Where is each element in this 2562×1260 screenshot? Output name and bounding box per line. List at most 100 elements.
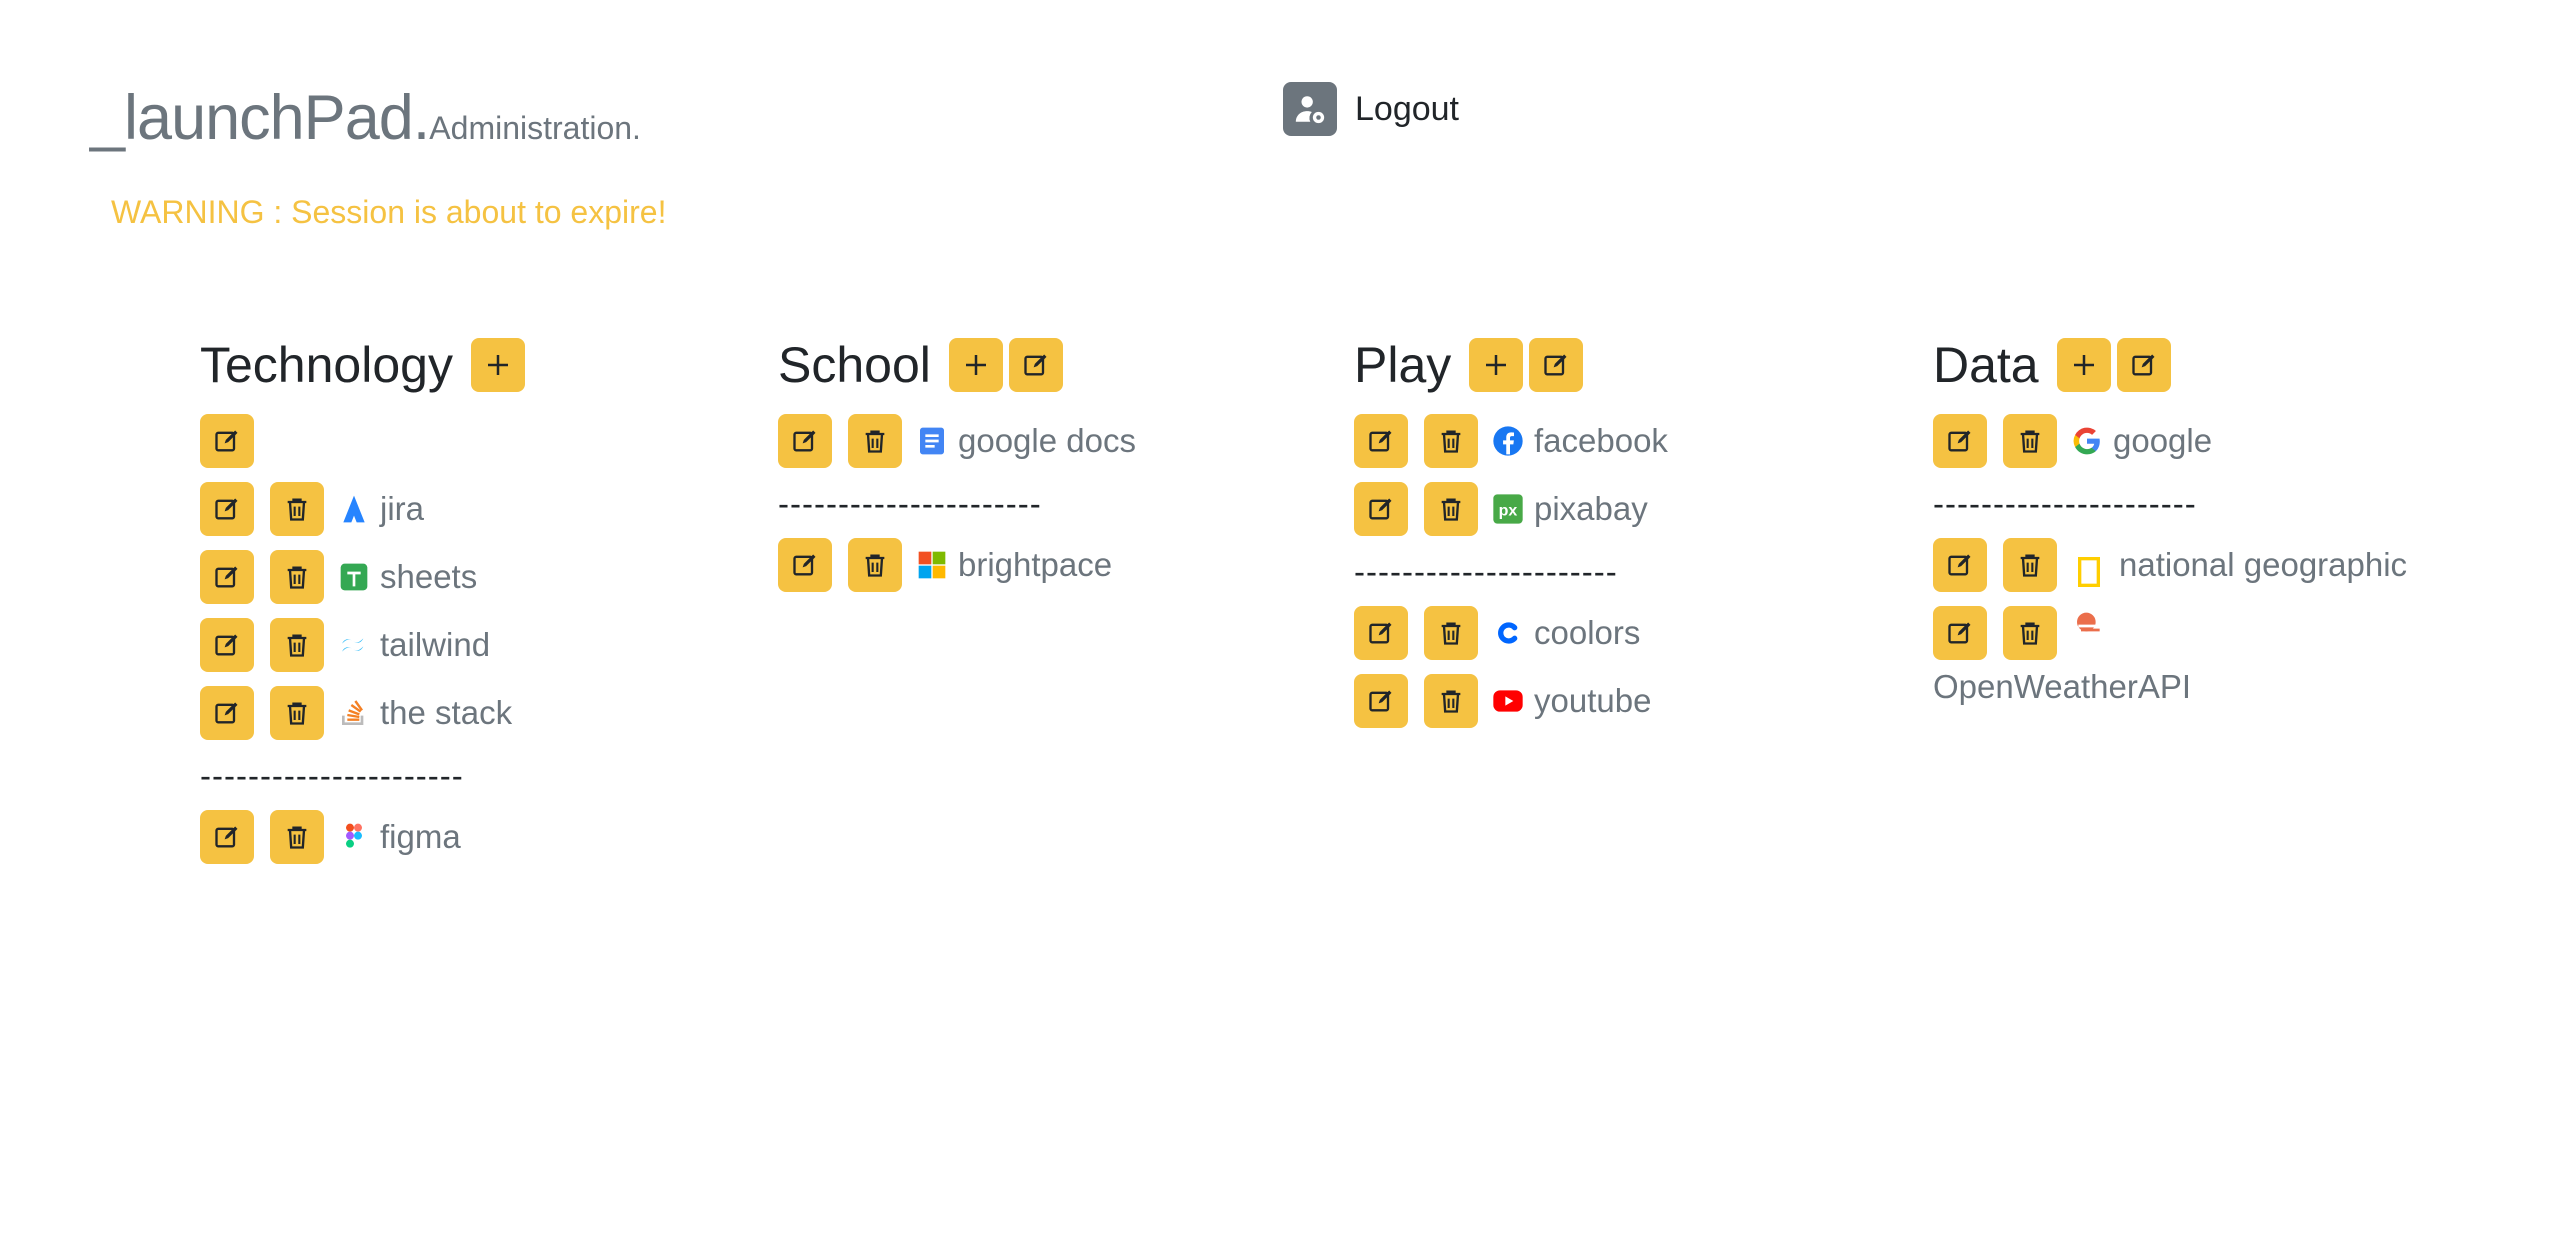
edit-link-button[interactable] bbox=[200, 686, 254, 740]
link-row: tailwind bbox=[200, 618, 720, 672]
link-row: facebook bbox=[1354, 414, 1874, 468]
link-label: google docs bbox=[958, 422, 1136, 459]
edit-category-button[interactable] bbox=[1008, 338, 1063, 392]
delete-link-button[interactable] bbox=[270, 482, 324, 536]
link-national-geographic[interactable]: national geographic bbox=[2119, 546, 2407, 583]
link-pixabay[interactable]: px pixabay bbox=[1492, 482, 1648, 536]
delete-link-button[interactable] bbox=[270, 550, 324, 604]
edit-link-button[interactable] bbox=[778, 414, 832, 468]
logout-label: Logout bbox=[1355, 89, 1459, 128]
app-subtitle: Administration. bbox=[429, 110, 641, 146]
edit-link-button[interactable] bbox=[200, 482, 254, 536]
google-icon bbox=[2073, 427, 2100, 455]
edit-link-button[interactable] bbox=[1354, 674, 1408, 728]
edit-link-button[interactable] bbox=[1354, 606, 1408, 660]
delete-link-button[interactable] bbox=[1424, 606, 1478, 660]
separator: ---------------------- bbox=[200, 757, 464, 794]
add-link-button[interactable] bbox=[2056, 338, 2111, 392]
category-technology: Technology jira sheets tailwind the stac… bbox=[200, 330, 720, 864]
category-title: Play bbox=[1354, 337, 1452, 393]
link-row: coolors bbox=[1354, 606, 1874, 660]
edit-link-button[interactable] bbox=[200, 550, 254, 604]
category-school: School google docs ---------------------… bbox=[778, 330, 1298, 592]
edit-link-button[interactable] bbox=[1933, 538, 1987, 592]
link-row: sheets bbox=[200, 550, 720, 604]
link-google[interactable]: google bbox=[2071, 414, 2212, 468]
edit-category-button[interactable] bbox=[1529, 338, 1584, 392]
delete-link-button[interactable] bbox=[1424, 482, 1478, 536]
link-jira[interactable]: jira bbox=[338, 482, 424, 536]
delete-link-button[interactable] bbox=[2003, 538, 2057, 592]
brand: _launchPad.Administration. bbox=[90, 82, 641, 154]
separator: ---------------------- bbox=[1354, 553, 1618, 590]
link-openweatherapi[interactable]: OpenWeatherAPI bbox=[1933, 668, 2191, 705]
add-link-button[interactable] bbox=[470, 338, 525, 392]
edit-link-button[interactable] bbox=[200, 810, 254, 864]
user-settings-icon bbox=[1283, 82, 1337, 136]
delete-link-button[interactable] bbox=[1424, 414, 1478, 468]
link-coolors[interactable]: coolors bbox=[1492, 606, 1640, 660]
jira-icon bbox=[343, 495, 365, 523]
category-data: Data google ---------------------- natio… bbox=[1933, 330, 2453, 714]
stack-icon bbox=[342, 700, 364, 725]
link-facebook[interactable]: facebook bbox=[1492, 414, 1668, 468]
edit-link-button[interactable] bbox=[1933, 606, 1987, 660]
tailwind-icon bbox=[342, 638, 364, 652]
link-row: jira bbox=[200, 482, 720, 536]
link-google-docs[interactable]: google docs bbox=[916, 414, 1136, 468]
category-play: Play facebook px pixabay ---------------… bbox=[1354, 330, 1874, 728]
link-label: youtube bbox=[1534, 682, 1652, 719]
link-row: px pixabay bbox=[1354, 482, 1874, 536]
delete-link-button[interactable] bbox=[848, 538, 902, 592]
svg-text:px: px bbox=[1499, 503, 1518, 520]
link-figma[interactable]: figma bbox=[338, 810, 461, 864]
delete-link-button[interactable] bbox=[270, 686, 324, 740]
add-link-button[interactable] bbox=[948, 338, 1003, 392]
figma-icon bbox=[346, 823, 362, 848]
edit-link-button[interactable] bbox=[200, 618, 254, 672]
separator: ---------------------- bbox=[1933, 485, 2197, 522]
category-title: School bbox=[778, 337, 931, 393]
add-link-button[interactable] bbox=[1469, 338, 1524, 392]
link-the-stack[interactable]: the stack bbox=[338, 686, 512, 740]
link-label: google bbox=[2113, 422, 2213, 459]
edit-link-button[interactable] bbox=[778, 538, 832, 592]
link-label: coolors bbox=[1534, 614, 1641, 651]
link-row: google docs bbox=[778, 414, 1298, 468]
separator: ---------------------- bbox=[778, 485, 1042, 522]
edit-link-button[interactable] bbox=[1354, 414, 1408, 468]
edit-link-button[interactable] bbox=[1933, 414, 1987, 468]
category-title: Data bbox=[1933, 337, 2039, 393]
link-tailwind[interactable]: tailwind bbox=[338, 618, 490, 672]
category-title: Technology bbox=[200, 337, 453, 393]
link-brightpace[interactable]: brightpace bbox=[916, 538, 1112, 592]
edit-category-button[interactable] bbox=[200, 414, 254, 468]
logout-button[interactable]: Logout bbox=[1283, 82, 1459, 136]
link-sheets[interactable]: sheets bbox=[338, 550, 477, 604]
natgeo-icon bbox=[2078, 556, 2100, 587]
facebook-icon bbox=[1493, 426, 1523, 456]
link-row: figma bbox=[200, 810, 720, 864]
link-row: google bbox=[1933, 414, 2453, 468]
link-label: tailwind bbox=[380, 626, 491, 663]
link-label: figma bbox=[380, 818, 461, 855]
delete-link-button[interactable] bbox=[270, 810, 324, 864]
link-youtube[interactable]: youtube bbox=[1492, 674, 1651, 728]
link-label: brightpace bbox=[958, 546, 1113, 583]
link-label: pixabay bbox=[1534, 490, 1648, 527]
openweather-icon bbox=[2077, 612, 2100, 632]
delete-link-button[interactable] bbox=[2003, 606, 2057, 660]
link-row: the stack bbox=[200, 686, 720, 740]
delete-link-button[interactable] bbox=[270, 618, 324, 672]
coolors-icon bbox=[1498, 622, 1518, 644]
delete-link-button[interactable] bbox=[848, 414, 902, 468]
delete-link-button[interactable] bbox=[1424, 674, 1478, 728]
link-row: brightpace bbox=[778, 538, 1298, 592]
link-label: the stack bbox=[380, 694, 513, 731]
edit-category-button[interactable] bbox=[2116, 338, 2171, 392]
pixabay-icon: px bbox=[1493, 494, 1523, 524]
link-label: facebook bbox=[1534, 422, 1668, 459]
delete-link-button[interactable] bbox=[2003, 414, 2057, 468]
edit-link-button[interactable] bbox=[1354, 482, 1408, 536]
microsoft-icon bbox=[918, 551, 946, 579]
